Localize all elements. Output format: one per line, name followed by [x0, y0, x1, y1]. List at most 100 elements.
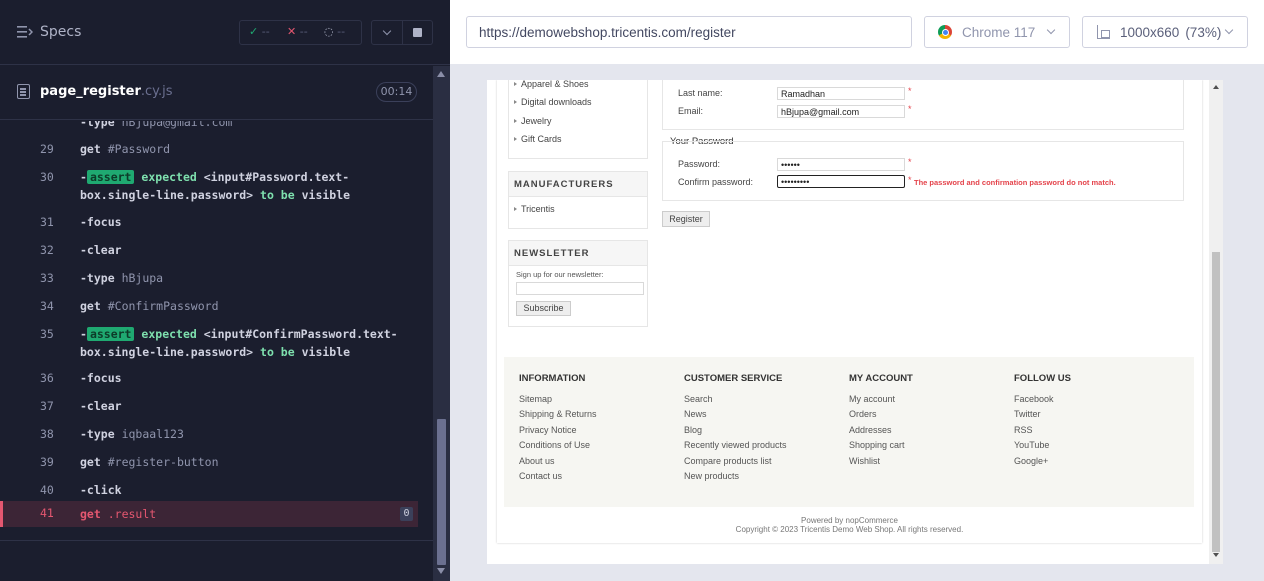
footer-link[interactable]: Blog: [684, 425, 702, 435]
footer-link[interactable]: Facebook: [1014, 394, 1054, 404]
assert-keyword: to be: [260, 188, 295, 202]
expand-toggle-button[interactable]: [371, 20, 403, 45]
footer-link[interactable]: Compare products list: [684, 456, 772, 466]
command-row[interactable]: 33 -type hBjupa: [0, 265, 418, 289]
command-token: box.single-line.password>: [80, 345, 254, 359]
footer-heading: CUSTOMER SERVICE: [684, 373, 783, 384]
footer-link[interactable]: Orders: [849, 409, 877, 419]
category-item[interactable]: Apparel & Shoes: [514, 80, 589, 89]
command-row[interactable]: 29 get #Password: [0, 136, 418, 160]
command-number: 35: [40, 327, 54, 341]
required-marker: *: [908, 104, 912, 114]
category-item[interactable]: Jewelry: [514, 116, 552, 126]
command-number: 33: [40, 271, 54, 285]
command-row[interactable]: -type hBjupa@gmail.com: [0, 121, 418, 133]
footer-link[interactable]: My account: [849, 394, 895, 404]
browser-selector[interactable]: Chrome 117: [924, 16, 1070, 48]
footer-link[interactable]: Privacy Notice: [519, 425, 577, 435]
register-page: Apparel & Shoes Digital downloads Jewelr…: [497, 80, 1202, 543]
command-token: -focus: [80, 371, 122, 385]
command-row[interactable]: 36 -focus: [0, 365, 418, 389]
footer-link[interactable]: Search: [684, 394, 713, 404]
category-item[interactable]: Digital downloads: [514, 97, 592, 107]
scroll-down-icon[interactable]: [437, 568, 445, 574]
browser-name: Chrome 117: [962, 25, 1036, 40]
last-name-input[interactable]: Ramadhan: [777, 87, 905, 100]
footer-link[interactable]: YouTube: [1014, 440, 1049, 450]
command-row[interactable]: 39 get #register-button: [0, 449, 418, 473]
passed-count: ✓ --: [249, 25, 270, 38]
specs-list-icon[interactable]: [17, 25, 33, 39]
command-number: 29: [40, 142, 54, 156]
specs-title[interactable]: Specs: [40, 24, 81, 40]
command-number: 37: [40, 399, 54, 413]
footer-link[interactable]: RSS: [1014, 425, 1033, 435]
command-row[interactable]: 35 - assert expected <input#ConfirmPasswor…: [0, 321, 418, 361]
footer-link[interactable]: Addresses: [849, 425, 892, 435]
category-item[interactable]: Gift Cards: [514, 134, 562, 144]
scrollbar-thumb[interactable]: [437, 419, 446, 565]
subscribe-button[interactable]: Subscribe: [516, 301, 571, 316]
app-scrollbar[interactable]: [1209, 80, 1223, 564]
stop-icon: [413, 28, 422, 37]
newsletter-email-input[interactable]: [516, 282, 644, 295]
scrollbar-thumb[interactable]: [1212, 252, 1220, 552]
command-row[interactable]: 38 -type iqbaal123: [0, 421, 418, 445]
viewport-selector[interactable]: 1000x660 (73%): [1082, 16, 1248, 48]
url-bar[interactable]: https://demowebshop.tricentis.com/regist…: [466, 16, 912, 48]
footer-link[interactable]: News: [684, 409, 707, 419]
footer-link[interactable]: Google+: [1014, 456, 1048, 466]
command-row[interactable]: 31 -focus: [0, 209, 418, 233]
footer-link[interactable]: Wishlist: [849, 456, 880, 466]
command-text: -clear: [80, 243, 122, 257]
footer-link[interactable]: Shopping cart: [849, 440, 905, 450]
command-arg: #Password: [107, 142, 171, 156]
spec-file-name[interactable]: page_register.cy.js: [40, 84, 173, 99]
command-row[interactable]: 30 - assert expected <input#Password.text-…: [0, 164, 418, 204]
scroll-up-icon[interactable]: [1213, 85, 1219, 89]
chevron-down-icon: [382, 26, 392, 36]
command-row[interactable]: 32 -clear: [0, 237, 418, 261]
file-icon: [17, 84, 30, 99]
password-mismatch-error: The password and confirmation password d…: [914, 178, 1116, 187]
reporter-scrollbar[interactable]: [433, 66, 450, 581]
newsletter-block: NEWSLETTER Sign up for our newsletter: S…: [508, 240, 648, 327]
manufacturer-item[interactable]: Tricentis: [514, 204, 555, 214]
footer-link[interactable]: Recently viewed products: [684, 440, 787, 450]
footer-link[interactable]: Shipping & Returns: [519, 409, 597, 419]
check-icon: ✓: [249, 25, 259, 38]
footer-link[interactable]: New products: [684, 471, 739, 481]
element-count-badge: 0: [400, 507, 413, 521]
command-token: get: [80, 455, 101, 469]
command-number: 41: [40, 506, 54, 520]
command-token: -type: [80, 427, 115, 441]
confirm-password-input[interactable]: •••••••••: [777, 175, 905, 188]
register-button[interactable]: Register: [662, 211, 710, 227]
footer-link[interactable]: Sitemap: [519, 394, 552, 404]
copyright: Copyright © 2023 Tricentis Demo Web Shop…: [735, 525, 964, 534]
manufacturers-title: MANUFACTURERS: [509, 172, 647, 197]
password-input[interactable]: ••••••: [777, 158, 905, 171]
command-text: -type iqbaal123: [80, 427, 184, 441]
command-token: -clear: [80, 399, 122, 413]
email-input[interactable]: hBjupa@gmail.com: [777, 105, 905, 118]
scroll-up-icon[interactable]: [437, 71, 445, 77]
command-number: 31: [40, 215, 54, 229]
command-row[interactable]: 37 -clear: [0, 393, 418, 417]
footer-link[interactable]: Twitter: [1014, 409, 1041, 419]
stop-button[interactable]: [403, 20, 433, 45]
command-number: 39: [40, 455, 54, 469]
footer-link[interactable]: About us: [519, 456, 555, 466]
last-name-label: Last name:: [678, 88, 723, 98]
required-marker: *: [908, 86, 912, 96]
confirm-password-label: Confirm password:: [678, 177, 754, 187]
divider: [0, 540, 433, 541]
footer-link[interactable]: Conditions of Use: [519, 440, 590, 450]
command-row[interactable]: 40 -click: [0, 477, 418, 501]
command-row[interactable]: 41 get .result 0: [0, 501, 418, 527]
footer-link[interactable]: Contact us: [519, 471, 562, 481]
required-marker: *: [908, 157, 912, 167]
command-number: 36: [40, 371, 54, 385]
scroll-down-icon[interactable]: [1213, 553, 1219, 557]
command-row[interactable]: 34 get #ConfirmPassword: [0, 293, 418, 317]
